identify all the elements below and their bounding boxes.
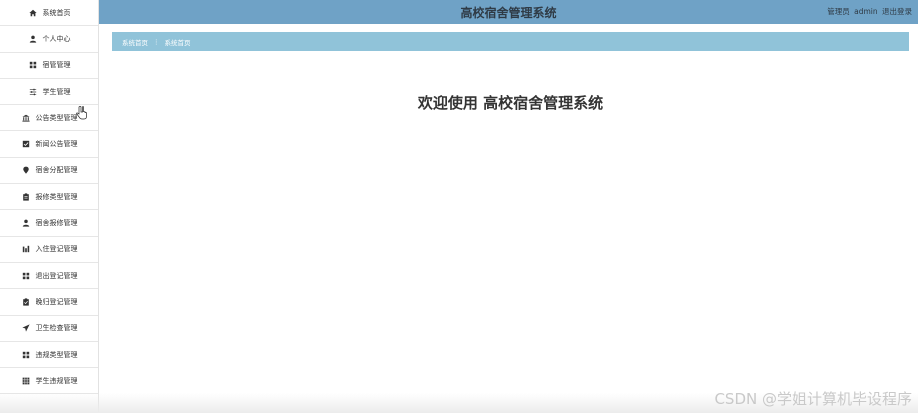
user-icon [21,218,31,228]
sidebar-item-label: 个人中心 [42,34,71,43]
sidebar-item-label: 入住登记管理 [35,245,78,254]
sidebar-item-students[interactable]: 学生管理 [0,79,98,106]
sidebar-item-checkout[interactable]: 退出登记管理 [0,263,98,290]
sliders-icon [28,87,38,97]
bar-chart-icon [21,244,31,254]
sidebar-item-repair-types[interactable]: 报修类型管理 [0,184,98,211]
breadcrumb-separator: ⋮ [153,37,160,46]
welcome-heading: 欢迎使用 高校宿舍管理系统 [417,94,604,112]
user-icon [28,34,38,44]
sidebar: 系统首页 个人中心 宿管管理 学生管理 公告类型管理 新闻公告管理 宿舍分配管理… [0,0,99,413]
clipboard-icon [21,192,31,202]
sidebar-item-label: 学生管理 [42,87,71,96]
sidebar-item-label: 晚归登记管理 [35,297,78,306]
sidebar-item-profile[interactable]: 个人中心 [0,26,98,53]
breadcrumb-current: 系统首页 [164,38,191,47]
sidebar-item-violation-types[interactable]: 违规类型管理 [0,342,98,369]
sidebar-item-label: 宿舍分配管理 [35,166,78,175]
sidebar-item-student-violations[interactable]: 学生违规管理 [0,368,98,395]
pin-icon [21,165,31,175]
username: admin [854,7,878,16]
grid-icon [21,271,31,281]
user-role: 管理员 [827,7,850,16]
sidebar-item-dorm-assign[interactable]: 宿舍分配管理 [0,158,98,185]
sidebar-item-late-return[interactable]: 晚归登记管理 [0,289,98,316]
clipboard-check-icon [21,297,31,307]
sidebar-item-news[interactable]: 新闻公告管理 [0,131,98,158]
sidebar-item-label: 系统首页 [42,8,71,17]
sidebar-item-label: 宿管管理 [42,61,71,70]
check-square-icon [21,139,31,149]
watermark: CSDN @学姐计算机毕设程序 [714,390,912,408]
sidebar-item-home[interactable]: 系统首页 [0,0,98,27]
send-icon [21,323,31,333]
logout-link[interactable]: 退出登录 [882,7,912,16]
sidebar-item-label: 新闻公告管理 [35,140,78,149]
breadcrumb-root[interactable]: 系统首页 [122,37,148,47]
sidebar-item-label: 卫生检查管理 [35,324,78,333]
sidebar-item-label: 公告类型管理 [35,113,78,122]
breadcrumb: 系统首页 ⋮ 系统首页 [112,32,909,51]
table-icon [21,376,31,386]
user-info: 管理员 admin 退出登录 [825,6,912,17]
sidebar-item-checkin[interactable]: 入住登记管理 [0,237,98,263]
home-icon [28,8,38,18]
grid-icon [21,350,31,360]
sidebar-item-hygiene[interactable]: 卫生检查管理 [0,316,98,342]
sidebar-item-label: 报修类型管理 [35,192,78,201]
sidebar-item-dorm-admin[interactable]: 宿管管理 [0,53,98,79]
app-title: 高校宿舍管理系统 [460,5,557,20]
sidebar-item-label: 宿舍报修管理 [35,219,78,228]
mouse-pointer-icon [76,106,87,120]
grid-icon [28,60,38,70]
sidebar-item-label: 违规类型管理 [35,350,78,359]
sidebar-item-label: 退出登记管理 [35,271,78,280]
sidebar-item-label: 学生违规管理 [35,376,78,385]
top-header: 高校宿舍管理系统 管理员 admin 退出登录 [99,0,918,24]
building-icon [21,113,31,123]
sidebar-item-dorm-repairs[interactable]: 宿舍报修管理 [0,210,98,237]
